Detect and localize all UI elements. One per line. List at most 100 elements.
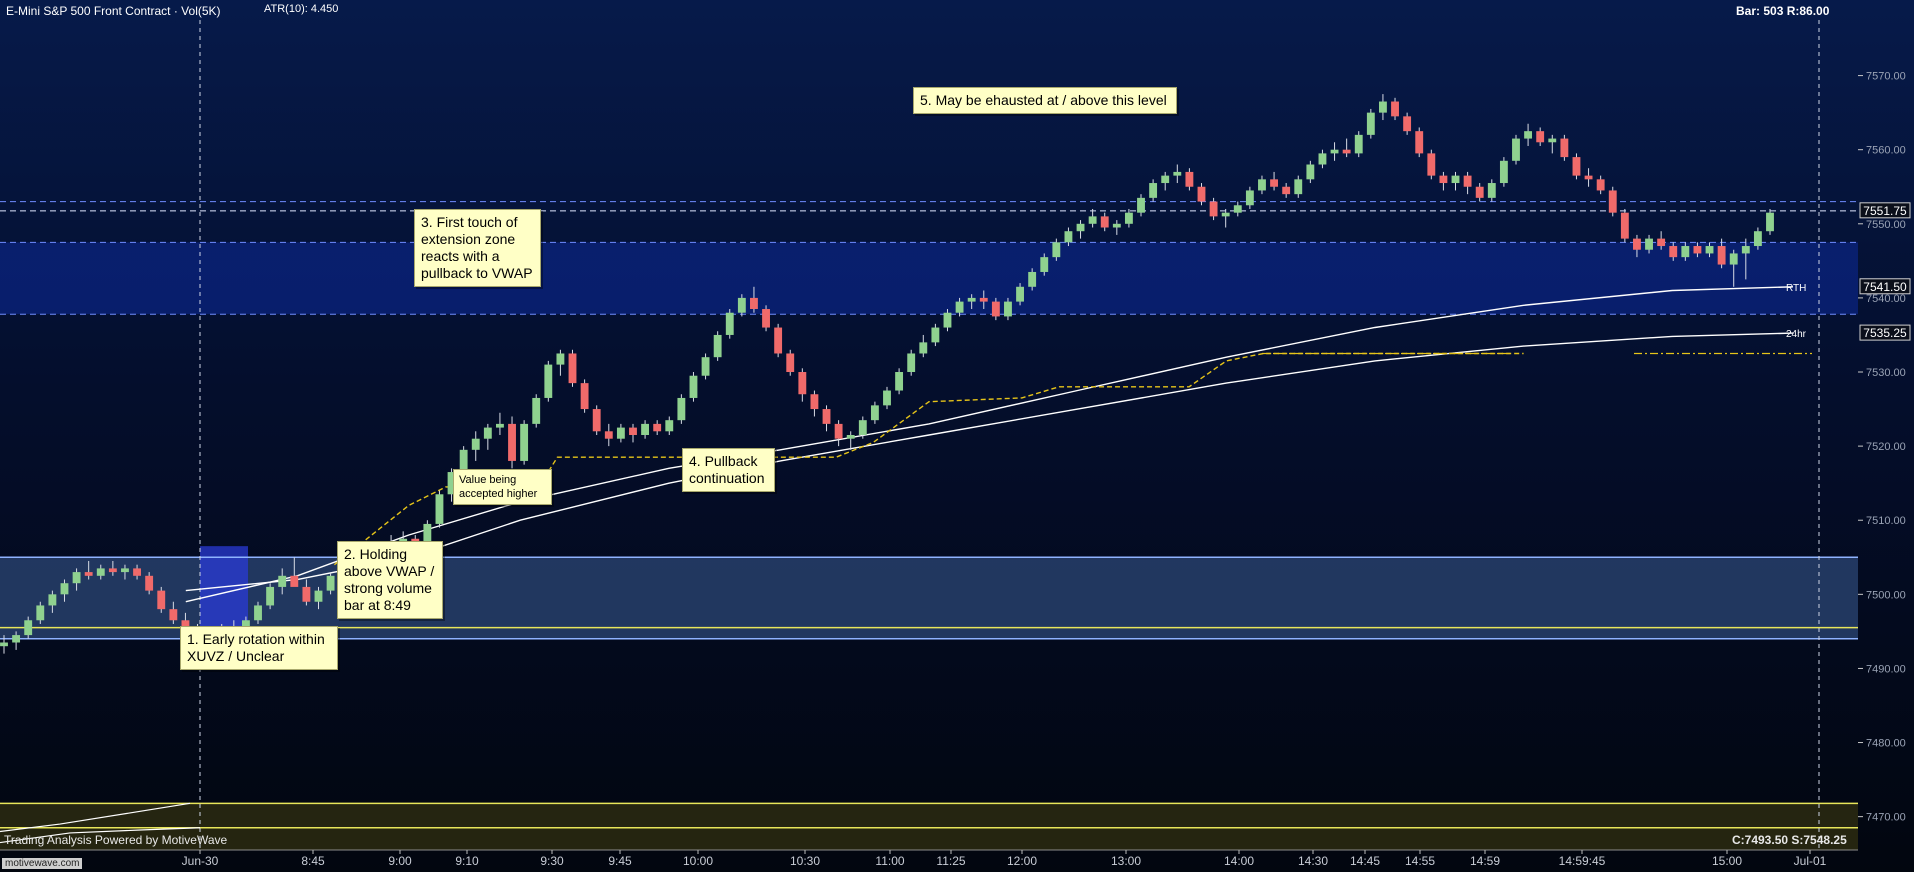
candle-body xyxy=(1282,186,1291,195)
annotation-6[interactable]: Value being accepted higher xyxy=(453,469,552,505)
candle-body xyxy=(532,397,541,424)
candle xyxy=(701,353,710,380)
line-label: RTH xyxy=(1786,283,1806,294)
candle-body xyxy=(1318,153,1327,165)
candle xyxy=(895,368,904,395)
candle xyxy=(677,394,686,424)
candle xyxy=(1427,149,1436,180)
y-tick-label: 7470.00 xyxy=(1866,812,1906,824)
price-label: 7551.75 xyxy=(1863,204,1907,218)
candle-body xyxy=(1705,246,1714,254)
candle xyxy=(1608,186,1617,217)
x-tick-label: 12:00 xyxy=(1007,854,1037,868)
candle-body xyxy=(0,642,8,647)
candle-body xyxy=(1149,183,1158,198)
candle-body xyxy=(520,423,529,461)
candle-body xyxy=(1124,212,1133,224)
candle-body xyxy=(834,423,843,439)
candle xyxy=(544,360,553,402)
y-tick-label: 7510.00 xyxy=(1866,515,1906,527)
candle-body xyxy=(919,342,928,354)
candle-body xyxy=(544,364,553,398)
annotation-2[interactable]: 2. Holding above VWAP / strong volume ba… xyxy=(337,541,443,619)
candle-body xyxy=(278,575,287,587)
candle-body xyxy=(979,297,988,302)
candle-body xyxy=(60,583,69,595)
x-tick-label: 14:59 xyxy=(1470,854,1500,868)
x-tick-label: 14:55 xyxy=(1405,854,1435,868)
candle-body xyxy=(1524,131,1533,139)
candle xyxy=(907,349,916,376)
candle xyxy=(762,305,770,332)
candle-body xyxy=(604,431,613,439)
candle-body xyxy=(750,297,758,310)
annotation-5[interactable]: 5. May be ehausted at / above this level xyxy=(913,87,1177,114)
candle-body xyxy=(1185,171,1194,187)
candle-body xyxy=(1294,179,1303,195)
candle-body xyxy=(1004,301,1012,317)
annotation-1[interactable]: 1. Early rotation within XUVZ / Unclear xyxy=(180,626,338,670)
x-tick-label: 14:30 xyxy=(1298,854,1328,868)
candle-body xyxy=(1112,223,1121,228)
candle-body xyxy=(496,423,504,428)
candle-body xyxy=(314,590,323,602)
candle-body xyxy=(1016,286,1024,302)
candle-body xyxy=(290,575,299,587)
candle-body xyxy=(858,420,867,435)
candle-body xyxy=(846,435,855,439)
y-tick-label: 7540.00 xyxy=(1866,293,1906,305)
candle-body xyxy=(786,353,795,373)
candle-body xyxy=(1221,212,1230,217)
candle-body xyxy=(1366,112,1375,135)
candle xyxy=(1766,208,1774,235)
x-tick-label: 9:00 xyxy=(388,854,412,868)
candle-body xyxy=(762,309,770,328)
chart-background xyxy=(0,0,1914,872)
candle-body xyxy=(1354,134,1363,154)
candle-body xyxy=(713,334,722,358)
candle-body xyxy=(774,327,783,354)
candle-body xyxy=(72,572,81,584)
atr-readout: ATR(10): 4.450 xyxy=(264,3,339,15)
candle xyxy=(520,420,529,465)
candle-body xyxy=(1536,131,1545,143)
candle-body xyxy=(1548,138,1557,143)
candle-body xyxy=(1415,131,1424,154)
candle-body xyxy=(810,394,819,410)
candle xyxy=(592,405,601,435)
candle-body xyxy=(568,353,577,384)
candle xyxy=(580,379,589,413)
annotation-3[interactable]: 3. First touch of extension zone reacts … xyxy=(414,209,541,287)
x-tick-label: 14:45 xyxy=(1350,854,1380,868)
candle-body xyxy=(1657,238,1666,247)
candle-body xyxy=(822,409,831,424)
annotation-4[interactable]: 4. Pullback continuation xyxy=(682,448,775,492)
candle-body xyxy=(641,423,650,435)
candle-body xyxy=(580,383,589,410)
bar-readout: Bar: 503 R:86.00 xyxy=(1736,4,1830,18)
candle-body xyxy=(967,297,976,302)
candle-body xyxy=(991,301,1000,317)
y-tick-label: 7530.00 xyxy=(1866,367,1906,379)
candle-body xyxy=(1197,186,1206,202)
chart-canvas[interactable]: 7470.00 7480.00 7490.00 7500.00 7510.00 7520.… xyxy=(0,0,1914,872)
y-tick-label: 7560.00 xyxy=(1866,145,1906,157)
candle-body xyxy=(895,372,904,391)
candle-body xyxy=(133,568,141,576)
y-tick-label: 7480.00 xyxy=(1866,738,1906,750)
candle-body xyxy=(1100,216,1109,228)
candle-body xyxy=(1439,175,1448,184)
candle-body xyxy=(1487,183,1496,198)
candle xyxy=(435,490,444,528)
candle-body xyxy=(1064,231,1073,243)
x-tick-label: 11:25 xyxy=(936,854,965,868)
candle-body xyxy=(1753,231,1762,247)
candle-body xyxy=(254,605,262,621)
candle-body xyxy=(665,420,674,432)
candle-body xyxy=(725,312,734,335)
candle xyxy=(1354,131,1363,158)
candle-body xyxy=(1463,175,1472,187)
candle-body xyxy=(1028,271,1037,287)
x-tick-label: 15:00 xyxy=(1712,854,1742,868)
candle-body xyxy=(108,568,117,573)
